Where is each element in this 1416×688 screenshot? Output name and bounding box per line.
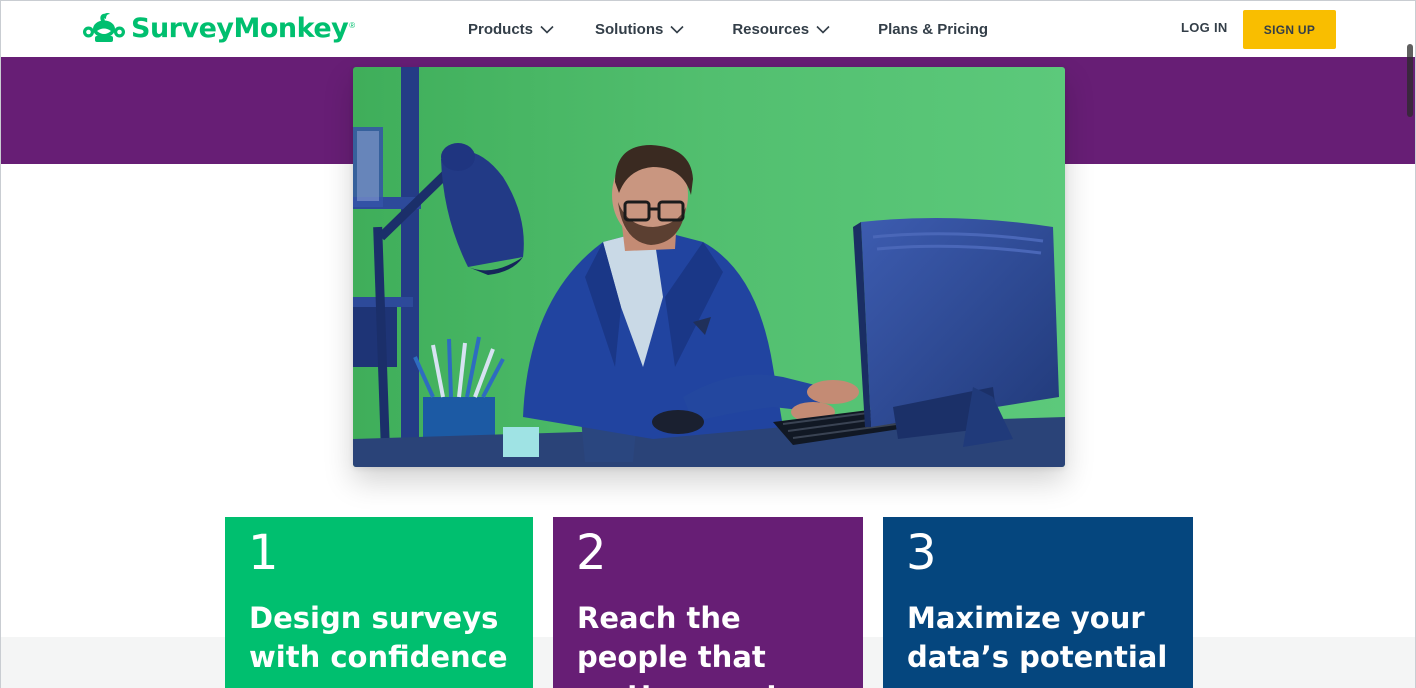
hero-video[interactable] (353, 67, 1065, 467)
step-title: Design surveys with confidence (249, 601, 508, 674)
step-card-reach[interactable]: 2 Reach the people that matter most (553, 517, 863, 688)
step-card-maximize[interactable]: 3 Maximize your data’s potential (883, 517, 1193, 688)
login-link[interactable]: LOG IN (1181, 20, 1228, 35)
hero-video-still (353, 67, 1065, 467)
nav-plans-pricing[interactable]: Plans & Pricing (878, 21, 988, 38)
signup-button[interactable]: SIGN UP (1243, 10, 1336, 49)
nav-products[interactable]: Products (468, 21, 554, 38)
trademark-symbol: ® (349, 21, 356, 30)
step-title: Reach the people that matter most (577, 601, 780, 688)
main-nav: Products Solutions Resources Plans & Pri… (468, 1, 988, 57)
surveymonkey-logo-icon (83, 13, 125, 42)
surveymonkey-logo[interactable]: SurveyMonkey ® (80, 10, 355, 46)
step-number: 2 (576, 525, 607, 581)
nav-resources[interactable]: Resources (732, 21, 830, 38)
brand-name: SurveyMonkey (131, 12, 349, 44)
site-header: SurveyMonkey ® Products Solutions Resour… (1, 1, 1415, 57)
chevron-down-icon (540, 25, 554, 34)
chevron-down-icon (670, 25, 684, 34)
nav-resources-label: Resources (732, 20, 810, 38)
page-scrollbar[interactable] (1407, 44, 1413, 117)
nav-solutions[interactable]: Solutions (595, 21, 684, 38)
nav-plans-pricing-label: Plans & Pricing (878, 20, 989, 38)
nav-solutions-label: Solutions (595, 20, 664, 38)
step-card-design[interactable]: 1 Design surveys with confidence (225, 517, 533, 688)
step-number: 1 (248, 525, 279, 581)
chevron-down-icon (816, 25, 830, 34)
step-number: 3 (906, 525, 937, 581)
nav-products-label: Products (468, 20, 534, 38)
step-title: Maximize your data’s potential (907, 601, 1168, 674)
